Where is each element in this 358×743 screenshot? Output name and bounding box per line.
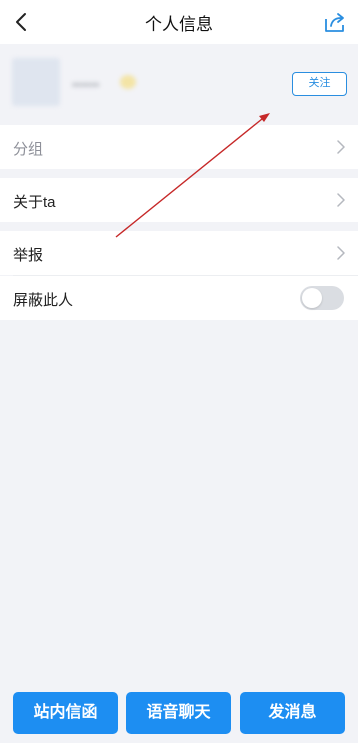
chevron-right-icon	[337, 140, 345, 154]
toggle-knob	[302, 288, 322, 308]
block-toggle[interactable]	[300, 286, 344, 310]
profile-header: •••••• 关注	[0, 44, 358, 124]
page-title: 个人信息	[145, 15, 213, 34]
share-icon[interactable]	[322, 9, 348, 35]
row-report-label: 举报	[13, 247, 44, 264]
voice-chat-button[interactable]: 语音聊天	[126, 692, 231, 734]
avatar[interactable]	[12, 58, 60, 106]
row-block: 屏蔽此人	[0, 276, 358, 320]
row-group-label: 分组	[13, 141, 44, 158]
mail-button[interactable]: 站内信函	[13, 692, 118, 734]
top-bar: 个人信息	[0, 0, 358, 44]
username: ••••••	[72, 77, 100, 92]
row-about-label: 关于ta	[13, 194, 56, 211]
chevron-right-icon	[337, 193, 345, 207]
vip-badge-icon	[120, 75, 136, 89]
row-about[interactable]: 关于ta	[0, 178, 358, 222]
send-message-button[interactable]: 发消息	[240, 692, 345, 734]
row-group[interactable]: 分组	[0, 125, 358, 169]
chevron-right-icon	[337, 246, 345, 260]
profile-page: 个人信息 •••••• 关注 分组 关于ta 举报 屏蔽此人 站内信函 语音聊天…	[0, 0, 358, 743]
row-report[interactable]: 举报	[0, 231, 358, 275]
send-message-label: 发消息	[268, 704, 317, 720]
follow-button[interactable]: 关注	[292, 72, 347, 96]
row-block-label: 屏蔽此人	[13, 292, 74, 309]
